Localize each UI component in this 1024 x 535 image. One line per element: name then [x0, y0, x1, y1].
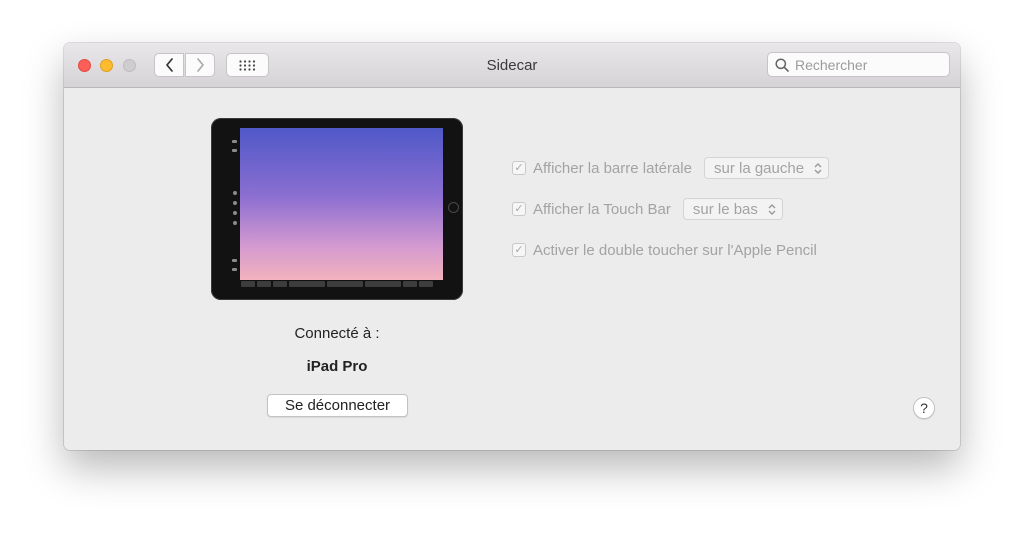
sidebar-control-icon [233, 221, 237, 225]
title-bar: Sidecar [64, 43, 960, 88]
ipad-illustration [211, 118, 463, 300]
device-name: iPad Pro [306, 358, 368, 375]
option-touchbar: ✓ Afficher la Touch Bar sur le bas [512, 198, 783, 220]
updown-chevron-icon [768, 203, 776, 215]
option-label: Afficher la Touch Bar [533, 200, 671, 218]
ipad-screen [240, 128, 443, 280]
sidebar-control-icon [232, 259, 237, 262]
sidebar-control-icon [232, 268, 237, 271]
sidebar-control-icon [233, 211, 237, 215]
option-sidebar: ✓ Afficher la barre latérale sur la gauc… [512, 157, 830, 179]
search-field[interactable] [767, 52, 950, 77]
option-pencil: ✓ Activer le double toucher sur l'Apple … [512, 239, 817, 261]
sidebar-control-icon [233, 191, 237, 195]
checkmark-icon: ✓ [514, 243, 524, 256]
search-input[interactable] [793, 55, 947, 74]
preferences-window: Sidecar Connecté à : iPad Pro Se déconne… [64, 43, 960, 450]
magnifier-icon [775, 57, 789, 72]
pencil-double-tap-checkbox[interactable]: ✓ [512, 243, 526, 257]
touchbar-position-select[interactable]: sur le bas [682, 198, 783, 220]
disconnect-button[interactable]: Se déconnecter [267, 394, 408, 417]
sidebar-checkbox[interactable]: ✓ [512, 161, 526, 175]
select-value: sur la gauche [713, 159, 805, 177]
sidebar-control-icon [232, 140, 237, 143]
checkmark-icon: ✓ [514, 202, 524, 215]
home-button-icon [448, 202, 459, 213]
touch-bar [241, 281, 443, 287]
connected-label: Connecté à : [294, 325, 380, 342]
checkmark-icon: ✓ [514, 161, 524, 174]
option-label: Activer le double toucher sur l'Apple Pe… [533, 241, 817, 259]
sidebar-control-icon [233, 201, 237, 205]
sidebar-position-select[interactable]: sur la gauche [703, 157, 830, 179]
help-button[interactable]: ? [913, 397, 935, 419]
sidebar-control-icon [232, 149, 237, 152]
touchbar-checkbox[interactable]: ✓ [512, 202, 526, 216]
updown-chevron-icon [814, 162, 822, 174]
select-value: sur le bas [692, 200, 758, 218]
option-label: Afficher la barre latérale [533, 159, 692, 177]
